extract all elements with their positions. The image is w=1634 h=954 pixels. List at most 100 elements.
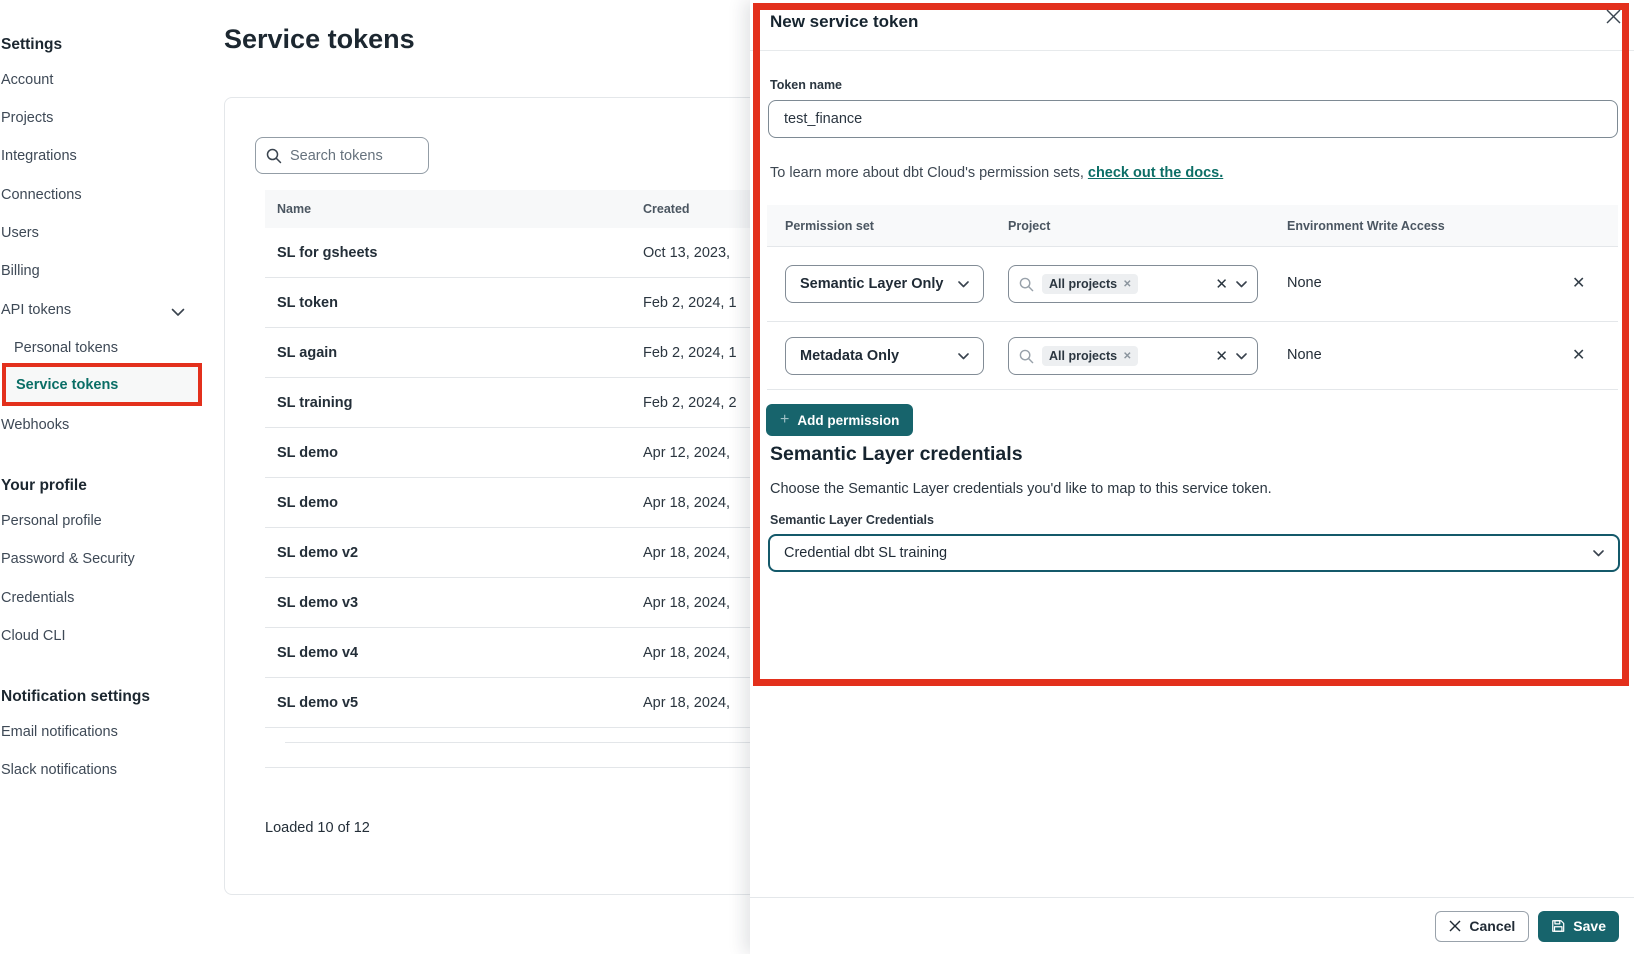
table-row[interactable]: SL demo v4Apr 18, 2024, — [265, 628, 777, 678]
add-permission-label: Add permission — [797, 413, 899, 428]
search-input[interactable] — [290, 148, 410, 164]
docs-link[interactable]: check out the docs. — [1088, 165, 1223, 181]
table-row[interactable]: SL demoApr 18, 2024, — [265, 478, 777, 528]
close-icon[interactable] — [1602, 5, 1624, 27]
write-access-value: None — [1287, 275, 1322, 291]
token-name-input[interactable] — [784, 111, 1602, 127]
permission-set-select[interactable]: Semantic Layer Only — [785, 265, 984, 303]
sl-credentials-description: Choose the Semantic Layer credentials yo… — [770, 481, 1272, 497]
sidebar-item-service-tokens[interactable]: Service tokens — [16, 377, 118, 393]
token-name: SL demo v3 — [265, 595, 358, 611]
settings-sidebar: Settings Account Projects Integrations C… — [0, 0, 212, 954]
token-name: SL demo v2 — [265, 545, 358, 561]
sidebar-item-api-tokens[interactable]: API tokens — [1, 302, 71, 318]
save-button[interactable]: Save — [1538, 911, 1619, 942]
token-created: Apr 18, 2024, — [643, 545, 730, 561]
clear-icon[interactable]: ✕ — [1215, 347, 1228, 365]
column-header-name: Name — [265, 202, 311, 216]
chevron-down-icon[interactable] — [1236, 353, 1247, 360]
docs-helper-text: To learn more about dbt Cloud's permissi… — [770, 165, 1223, 181]
project-chip-label: All projects — [1049, 349, 1117, 363]
token-name: SL demo v4 — [265, 645, 358, 661]
token-name: SL training — [265, 395, 352, 411]
add-permission-button[interactable]: + Add permission — [766, 404, 913, 436]
table-row[interactable]: SL demo v5 Apr 18, 2024, — [265, 678, 777, 728]
chevron-down-icon — [958, 281, 969, 288]
close-icon — [1449, 920, 1461, 932]
search-tokens-box[interactable] — [255, 137, 429, 174]
project-multiselect[interactable]: All projects ✕ ✕ — [1008, 265, 1258, 303]
sidebar-item-cloud-cli[interactable]: Cloud CLI — [1, 628, 65, 644]
service-tokens-annotation-box: Service tokens — [2, 363, 202, 406]
table-row[interactable]: SL demo v3Apr 18, 2024, — [265, 578, 777, 628]
table-divider — [265, 767, 765, 768]
project-chip: All projects ✕ — [1042, 274, 1138, 294]
sidebar-item-credentials[interactable]: Credentials — [1, 590, 74, 606]
token-name: SL demo v5 — [265, 695, 358, 711]
permission-set-select[interactable]: Metadata Only — [785, 337, 984, 375]
table-row[interactable]: SL demoApr 12, 2024, — [265, 428, 777, 478]
cancel-button[interactable]: Cancel — [1435, 911, 1529, 942]
permissions-header: Permission set Project Environment Write… — [767, 205, 1618, 247]
token-name: SL for gsheets — [265, 245, 377, 261]
sidebar-item-connections[interactable]: Connections — [1, 187, 82, 203]
table-row[interactable]: SL for gsheets Oct 13, 2023, — [265, 228, 777, 278]
sl-credentials-value: Credential dbt SL training — [784, 545, 947, 561]
table-row[interactable]: SL tokenFeb 2, 2024, 1 — [265, 278, 777, 328]
sidebar-item-account[interactable]: Account — [1, 72, 53, 88]
table-row[interactable]: SL demo v2 Apr 18, 2024, — [265, 528, 777, 578]
sidebar-item-webhooks[interactable]: Webhooks — [1, 417, 69, 433]
sidebar-item-email-notifications[interactable]: Email notifications — [1, 724, 118, 740]
table-row[interactable]: SL againFeb 2, 2024, 1 — [265, 328, 777, 378]
search-icon — [1019, 277, 1034, 292]
column-header-environment-write-access: Environment Write Access — [1287, 219, 1445, 233]
clear-icon[interactable]: ✕ — [1215, 275, 1228, 293]
docs-text: To learn more about dbt Cloud's permissi… — [770, 165, 1084, 181]
permission-row: Semantic Layer Only All projects ✕ ✕ None… — [767, 247, 1618, 322]
token-created: Oct 13, 2023, — [643, 245, 730, 261]
plus-icon: + — [780, 411, 789, 429]
sidebar-item-personal-tokens[interactable]: Personal tokens — [14, 340, 118, 356]
token-created: Feb 2, 2024, 1 — [643, 295, 737, 311]
token-created: Apr 18, 2024, — [643, 695, 730, 711]
token-name-field — [768, 100, 1618, 138]
sidebar-item-password-security[interactable]: Password & Security — [1, 551, 135, 567]
chevron-down-icon[interactable] — [1236, 281, 1247, 288]
project-multiselect[interactable]: All projects ✕ ✕ — [1008, 337, 1258, 375]
token-name: SL demo — [265, 445, 338, 461]
app-window: Settings Account Projects Integrations C… — [0, 0, 1634, 954]
table-divider — [285, 742, 765, 743]
sidebar-item-projects[interactable]: Projects — [1, 110, 53, 126]
sidebar-heading-settings: Settings — [1, 36, 62, 54]
new-service-token-drawer — [750, 0, 1634, 954]
sidebar-item-users[interactable]: Users — [1, 225, 39, 241]
table-row[interactable]: SL trainingFeb 2, 2024, 2 — [265, 378, 777, 428]
sidebar-item-billing[interactable]: Billing — [1, 263, 40, 279]
search-icon — [266, 148, 282, 164]
pagination-status: Loaded 10 of 12 — [265, 820, 370, 836]
sidebar-item-integrations[interactable]: Integrations — [1, 148, 77, 164]
permission-set-value: Metadata Only — [800, 348, 899, 364]
save-label: Save — [1573, 918, 1606, 934]
chip-remove-icon[interactable]: ✕ — [1123, 351, 1131, 362]
sidebar-item-slack-notifications[interactable]: Slack notifications — [1, 762, 117, 778]
page-title: Service tokens — [224, 24, 415, 55]
token-name: SL again — [265, 345, 337, 361]
sidebar-item-personal-profile[interactable]: Personal profile — [1, 513, 102, 529]
sl-credentials-select[interactable]: Credential dbt SL training — [768, 534, 1620, 572]
search-icon — [1019, 349, 1034, 364]
project-chip: All projects ✕ — [1042, 346, 1138, 366]
remove-row-icon[interactable]: ✕ — [1572, 345, 1585, 365]
token-name-label: Token name — [770, 78, 842, 92]
sidebar-heading-your-profile: Your profile — [1, 477, 87, 495]
permission-set-value: Semantic Layer Only — [800, 276, 943, 292]
column-header-project: Project — [1008, 219, 1050, 233]
chevron-down-icon — [958, 353, 969, 360]
project-chip-label: All projects — [1049, 277, 1117, 291]
drawer-title: New service token — [770, 12, 918, 32]
remove-row-icon[interactable]: ✕ — [1572, 273, 1585, 293]
chip-remove-icon[interactable]: ✕ — [1123, 279, 1131, 290]
column-header-permission-set: Permission set — [785, 219, 874, 233]
sidebar-item-label: API tokens — [1, 302, 71, 318]
chevron-down-icon — [171, 308, 185, 317]
